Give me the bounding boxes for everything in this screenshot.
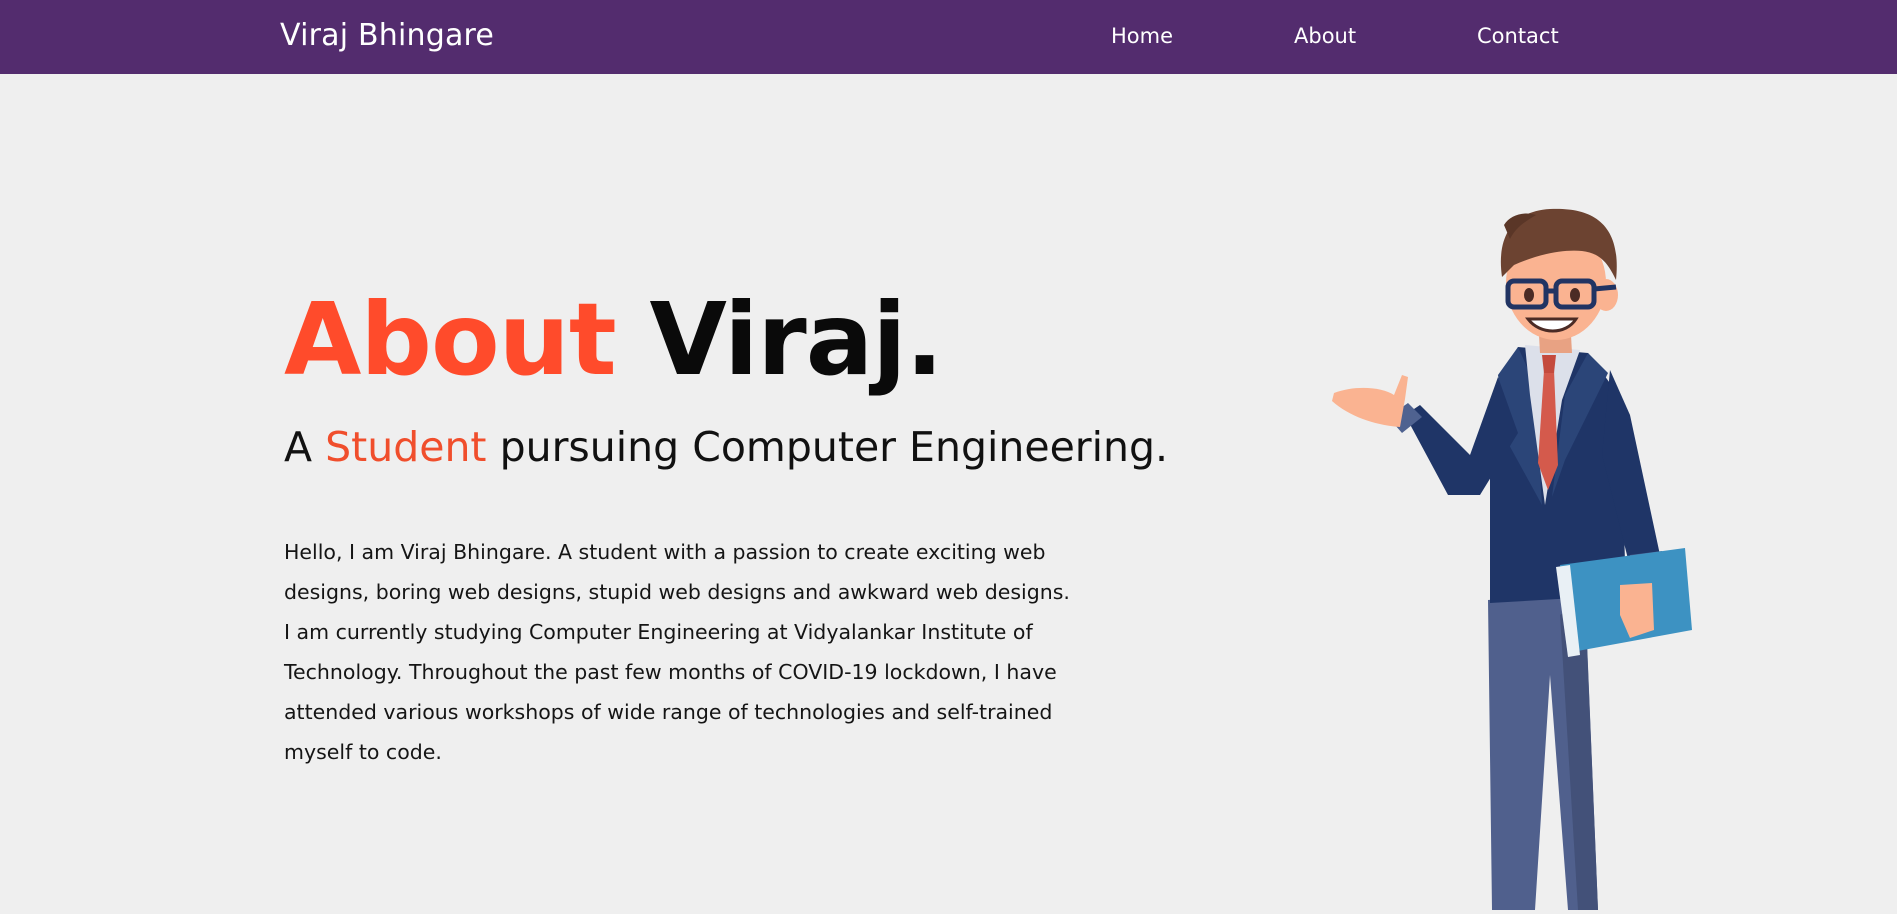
- nav-links: Home About Contact: [0, 24, 1897, 54]
- nav-link-about[interactable]: About: [1294, 24, 1356, 48]
- about-section: About Viraj. A Student pursuing Computer…: [284, 280, 1184, 772]
- businessman-illustration-icon: [1332, 208, 1692, 910]
- nav-link-home[interactable]: Home: [1111, 24, 1173, 48]
- nav-link-contact[interactable]: Contact: [1477, 24, 1559, 48]
- subtitle-prefix: A: [284, 423, 313, 471]
- subtitle-rest: pursuing Computer Engineering.: [499, 423, 1169, 471]
- businessman-presenting-illustration: [1330, 205, 1710, 910]
- page-title: About Viraj.: [284, 280, 1184, 400]
- bio-paragraph: Hello, I am Viraj Bhingare. A student wi…: [284, 540, 1070, 764]
- subtitle: A Student pursuing Computer Engineering.: [284, 422, 1184, 472]
- subtitle-accent: Student: [325, 423, 487, 471]
- navbar: Viraj Bhingare Home About Contact: [0, 0, 1897, 74]
- title-name: Viraj.: [649, 281, 944, 398]
- title-accent: About: [284, 281, 617, 398]
